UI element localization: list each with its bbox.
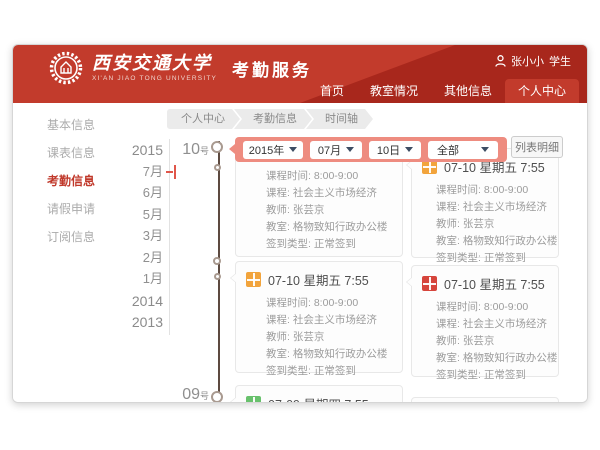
card-field: 签到类型: 正常签到 [436, 367, 550, 384]
card-field: 教室: 格物致知行政办公楼 [266, 219, 394, 236]
card-field: 教室: 格物致知行政办公楼 [436, 233, 550, 250]
university-name-en: XI'AN JIAO TONG UNIVERSITY [92, 75, 217, 82]
filter-select-month[interactable]: 07月 [310, 141, 362, 159]
breadcrumb-item-个人中心[interactable]: 个人中心 [167, 109, 240, 129]
nav-item-其他信息[interactable]: 其他信息 [431, 79, 505, 103]
timeline-node-icon [214, 273, 221, 280]
filter-select-year[interactable]: 2015年 [243, 141, 303, 159]
timeline-month-6月[interactable]: 6月 [101, 184, 163, 202]
card-field: 课程: 社会主义市场经济 [436, 199, 550, 216]
user-role: 学生 [549, 53, 571, 69]
card-date: 07-09 星期四 7:55 [268, 394, 369, 403]
card-field: 签到类型: 正常签到 [266, 236, 394, 253]
timeline-month-5月[interactable]: 5月 [101, 206, 163, 224]
chevron-down-icon [481, 147, 489, 152]
university-name: 西安交通大学 XI'AN JIAO TONG UNIVERSITY [92, 54, 217, 82]
nav-item-教室情况[interactable]: 教室情况 [357, 79, 431, 103]
attendance-card-card-4[interactable]: 07-10 星期五 7:55 课程时间: 8:00-9:00 课程: 社会主义市… [411, 265, 559, 377]
timeline-month-3月[interactable]: 3月 [101, 227, 163, 245]
attendance-card-partial[interactable] [411, 397, 559, 403]
card-date: 07-10 星期五 7:55 [444, 274, 545, 293]
card-field: 教师: 张芸京 [266, 329, 394, 346]
card-field: 课程时间: 8:00-9:00 [436, 182, 550, 199]
timeline-node-icon [214, 164, 221, 171]
timeline-month-7月[interactable]: 7月 [101, 163, 163, 181]
timeline-day-label-09: 09号 [157, 386, 209, 403]
sidebar-item-基本信息[interactable]: 基本信息 [13, 111, 161, 139]
attendance-status-icon [422, 276, 437, 291]
filter-bar: 2015年 07月 10日 全部 [235, 137, 507, 162]
app-window: 西安交通大学 XI'AN JIAO TONG UNIVERSITY 考勤服务 张… [12, 44, 588, 403]
filter-select-day[interactable]: 10日 [369, 141, 421, 159]
card-field: 教师: 张芸京 [266, 202, 394, 219]
card-field: 课程: 社会主义市场经济 [266, 185, 394, 202]
nav-item-个人中心[interactable]: 个人中心 [505, 79, 579, 103]
app-title: 考勤服务 [232, 56, 312, 81]
timeline-day-label-10: 10号 [157, 141, 209, 159]
page-body: 基本信息课表信息考勤信息请假申请订阅信息 个人中心考勤信息时间轴 2015 7月… [13, 103, 587, 403]
breadcrumb: 个人中心考勤信息时间轴 [167, 109, 373, 129]
filter-select-type[interactable]: 全部 [428, 141, 498, 159]
chevron-down-icon [346, 147, 354, 152]
card-date: 07-10 星期五 7:55 [268, 270, 369, 289]
selected-month-tick-icon [166, 165, 176, 179]
timeline-month-2014[interactable]: 2014 [101, 292, 163, 310]
chevron-down-icon [405, 147, 413, 152]
card-field: 教师: 张芸京 [436, 333, 550, 350]
user-icon [495, 55, 506, 67]
card-field: 课程时间: 8:00-9:00 [266, 295, 394, 312]
brand-block: 西安交通大学 XI'AN JIAO TONG UNIVERSITY 考勤服务 [49, 51, 312, 85]
nav-item-首页[interactable]: 首页 [307, 79, 357, 103]
main-nav: 首页教室情况其他信息个人中心 [307, 79, 579, 103]
card-field: 课程时间: 8:00-9:00 [266, 168, 394, 185]
timeline-month-2月[interactable]: 2月 [101, 249, 163, 267]
card-field: 教师: 张芸京 [436, 216, 550, 233]
chevron-down-icon [289, 147, 297, 152]
attendance-status-icon [246, 272, 261, 287]
timeline-month-2013[interactable]: 2013 [101, 313, 163, 331]
breadcrumb-item-考勤信息[interactable]: 考勤信息 [234, 109, 312, 129]
card-field: 签到类型: 正常签到 [266, 363, 394, 380]
app-header: 西安交通大学 XI'AN JIAO TONG UNIVERSITY 考勤服务 张… [13, 45, 587, 103]
attendance-card-card-3[interactable]: 07-10 星期五 7:55 课程时间: 8:00-9:00 课程: 社会主义市… [235, 261, 403, 373]
attendance-card-card-2[interactable]: 07-10 星期五 7:55 课程时间: 8:00-9:00 课程: 社会主义市… [411, 148, 559, 258]
timeline-node-icon [213, 257, 221, 265]
user-name: 张小小 [511, 53, 544, 69]
attendance-status-icon [246, 396, 261, 403]
card-field: 课程: 社会主义市场经济 [436, 316, 550, 333]
timeline-month-2015[interactable]: 2015 [101, 141, 163, 159]
breadcrumb-item-时间轴[interactable]: 时间轴 [306, 109, 373, 129]
timeline-axis [218, 141, 220, 403]
card-field: 教室: 格物致知行政办公楼 [266, 346, 394, 363]
list-detail-button[interactable]: 列表明细 [511, 136, 563, 158]
timeline-node-icon [211, 391, 223, 403]
timeline-node-icon [211, 141, 223, 153]
timeline-month-1月[interactable]: 1月 [101, 270, 163, 288]
university-logo-icon [49, 51, 83, 85]
card-field: 课程: 社会主义市场经济 [266, 312, 394, 329]
card-field: 教室: 格物致知行政办公楼 [436, 350, 550, 367]
university-name-cn: 西安交通大学 [92, 54, 217, 74]
user-info[interactable]: 张小小 学生 [495, 53, 571, 69]
attendance-card-card-5[interactable]: 07-09 星期四 7:55 [235, 385, 403, 403]
card-field: 课程时间: 8:00-9:00 [436, 299, 550, 316]
page-background: 西安交通大学 XI'AN JIAO TONG UNIVERSITY 考勤服务 张… [0, 0, 600, 450]
